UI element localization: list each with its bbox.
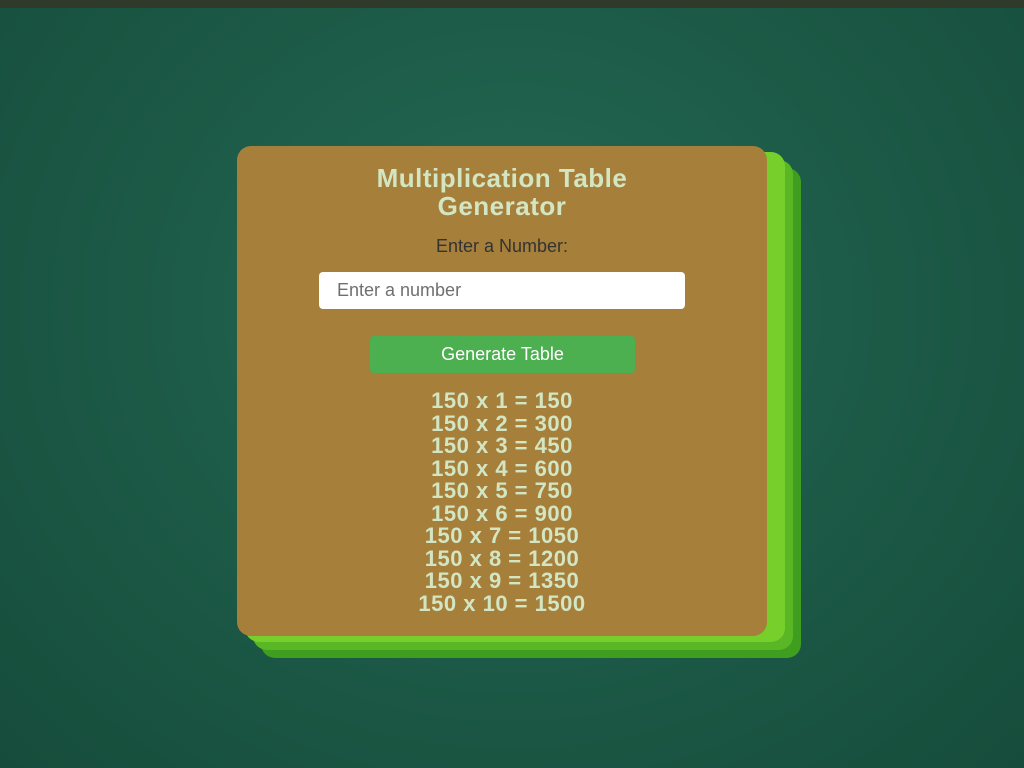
result-row: 150 x 5 = 750 bbox=[431, 478, 573, 503]
generate-table-button[interactable]: Generate Table bbox=[370, 336, 635, 373]
result-row: 150 x 4 = 600 bbox=[431, 455, 573, 481]
result-row: 150 x 1 = 150 bbox=[431, 388, 573, 413]
result-row: 150 x 6 = 900 bbox=[431, 500, 573, 526]
result-row: 150 x 7 = 1050 bbox=[424, 523, 580, 548]
generator-card: Multiplication Table Generator Enter a N… bbox=[237, 146, 767, 636]
result-row: 150 x 2 = 300 bbox=[431, 410, 573, 436]
number-input[interactable] bbox=[319, 272, 685, 309]
result-row: 150 x 8 = 1200 bbox=[424, 545, 580, 571]
window-top-strip bbox=[0, 0, 1024, 8]
result-row: 150 x 10 = 1500 bbox=[418, 590, 586, 616]
page-title-line-1: Multiplication Table bbox=[376, 163, 628, 193]
page-title: Multiplication Table Generator bbox=[237, 164, 767, 220]
page-title-line-2: Generator bbox=[437, 191, 567, 221]
number-input-label: Enter a Number: bbox=[435, 236, 569, 256]
result-row: 150 x 9 = 1350 bbox=[424, 568, 580, 593]
multiplication-results: 150 x 1 = 150 150 x 2 = 300 150 x 3 = 45… bbox=[237, 388, 767, 616]
result-row: 150 x 3 = 450 bbox=[431, 433, 573, 458]
